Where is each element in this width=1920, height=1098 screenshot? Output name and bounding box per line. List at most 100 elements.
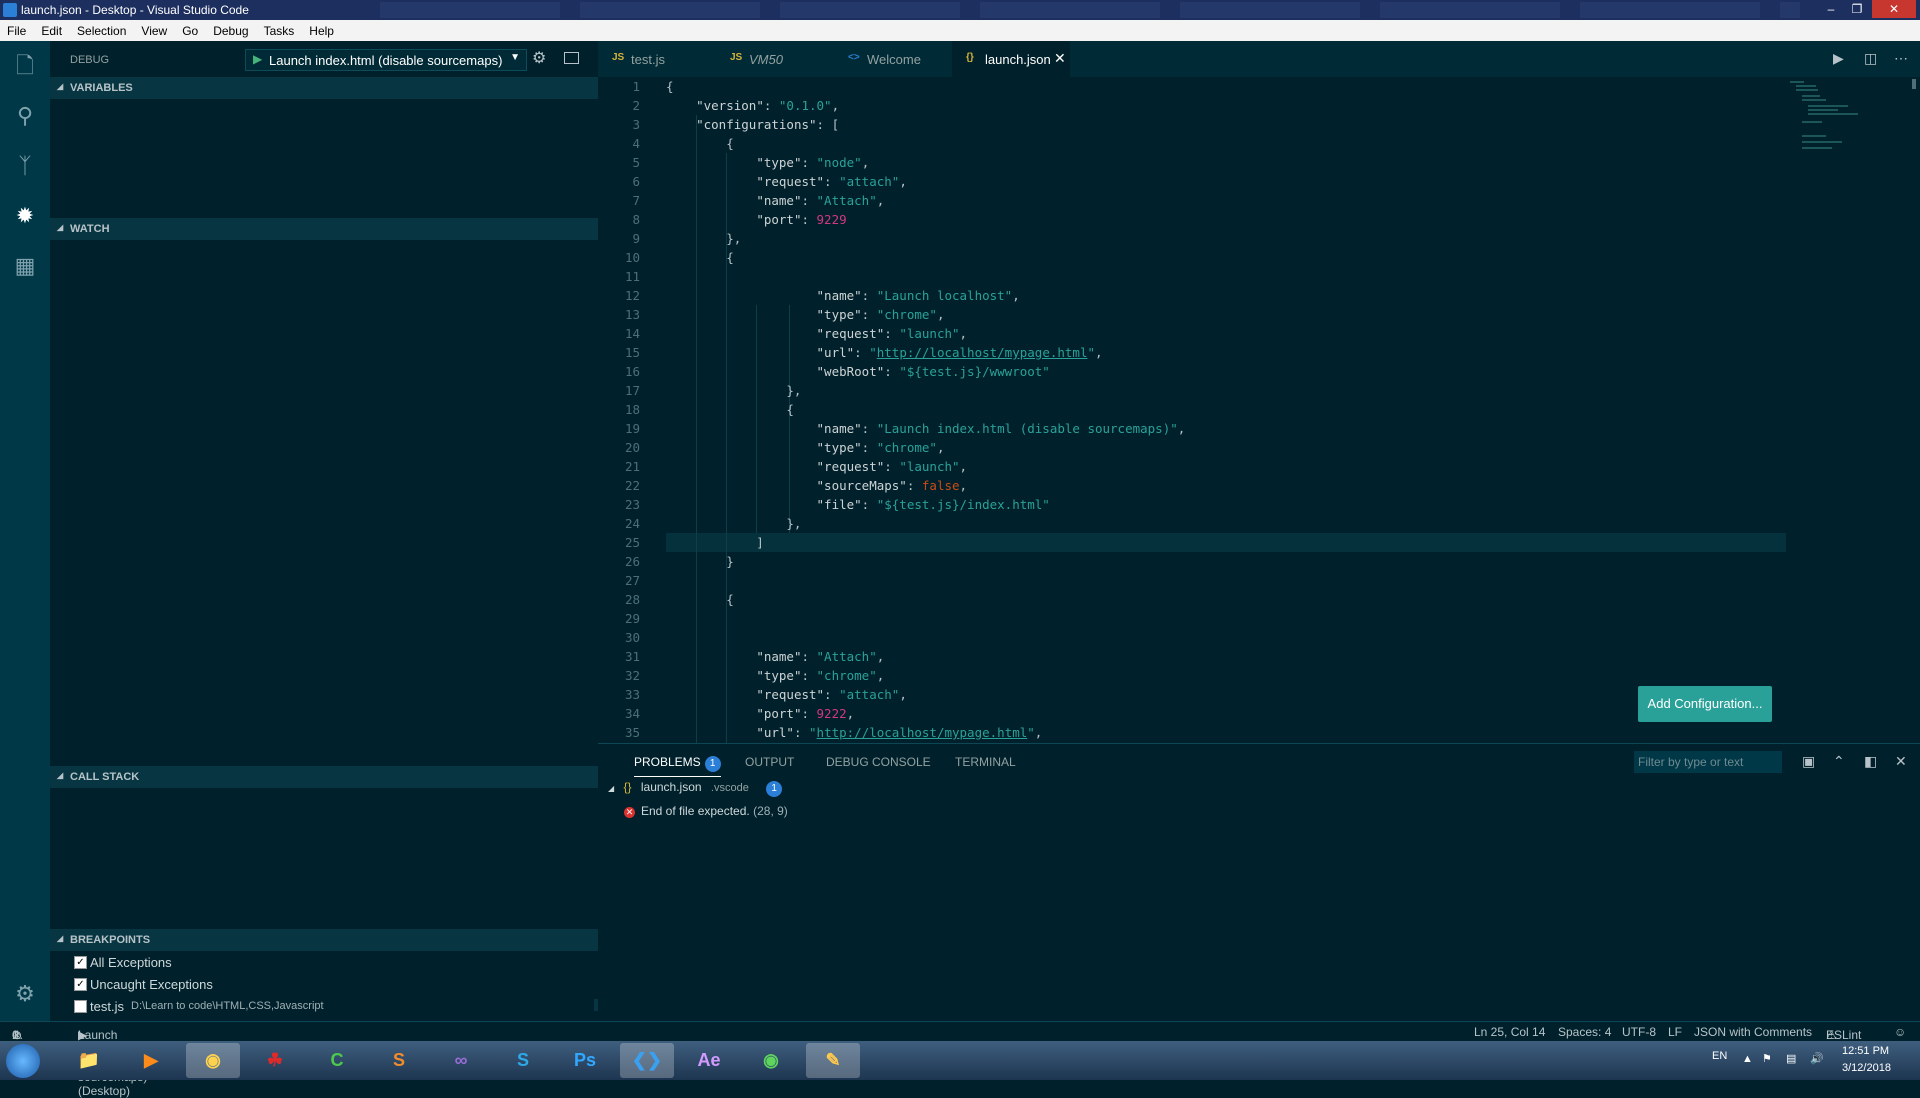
- tab-debug-console[interactable]: DEBUG CONSOLE: [826, 755, 931, 769]
- checkbox-checked[interactable]: ✓: [74, 978, 87, 991]
- line-number: 9: [632, 231, 640, 246]
- tab-launch-json[interactable]: {} launch.json ✕: [952, 41, 1070, 77]
- explorer-icon[interactable]: 🗋: [12, 53, 38, 79]
- clock-date[interactable]: 3/12/2018: [1842, 1062, 1891, 1074]
- watch-label: WATCH: [70, 223, 110, 235]
- breakpoint-label: Uncaught Exceptions: [90, 977, 213, 992]
- menu-help[interactable]: Help: [302, 20, 342, 38]
- encoding-status[interactable]: UTF-8: [1622, 1025, 1656, 1039]
- skype-icon[interactable]: S: [496, 1043, 550, 1078]
- network-icon[interactable]: ▤: [1786, 1052, 1796, 1065]
- visual-studio-icon[interactable]: ∞: [434, 1043, 488, 1078]
- tab-problems[interactable]: PROBLEMS 1: [634, 755, 721, 777]
- close-tab-icon[interactable]: ✕: [1054, 50, 1066, 67]
- breakpoint-label: All Exceptions: [90, 955, 172, 970]
- tab-terminal[interactable]: TERMINAL: [955, 755, 1016, 769]
- media-player-icon[interactable]: ▶: [124, 1043, 178, 1078]
- vscode-taskbar-icon[interactable]: ❮❯: [620, 1043, 674, 1078]
- problem-file-row[interactable]: ◢ {} launch.json .vscode 1: [608, 780, 783, 797]
- coreldraw-icon[interactable]: ◉: [744, 1043, 798, 1078]
- language-mode[interactable]: JSON with Comments: [1694, 1025, 1812, 1039]
- breakpoint-all-exceptions[interactable]: ✓ All Exceptions: [74, 953, 594, 973]
- menu-edit[interactable]: Edit: [34, 20, 70, 38]
- close-window-button[interactable]: ✕: [1872, 0, 1916, 18]
- code-line: "name": "Launch index.html (disable sour…: [816, 421, 1186, 436]
- tab-output[interactable]: OUTPUT: [745, 755, 794, 769]
- menu-debug[interactable]: Debug: [206, 20, 256, 38]
- breakpoint-uncaught-exceptions[interactable]: ✓ Uncaught Exceptions: [74, 975, 594, 995]
- scrollbar-thumb[interactable]: [1912, 79, 1916, 89]
- start-button[interactable]: [6, 1044, 40, 1078]
- collapse-all-icon[interactable]: ▣: [1802, 753, 1815, 770]
- launch-config-select[interactable]: ▶ Launch index.html (disable sourcemaps)…: [245, 49, 527, 71]
- debug-console-icon[interactable]: [564, 52, 579, 64]
- title-bar: launch.json - Desktop - Visual Studio Co…: [0, 0, 1920, 20]
- debug-icon[interactable]: ✹: [12, 203, 38, 229]
- tab-test-js[interactable]: JS test.js: [598, 41, 716, 77]
- code-editor[interactable]: 1 2 3 4 5 6 7 8 9 10 11 12 13 14 15 16 1…: [598, 77, 1920, 743]
- show-hidden-icons-icon[interactable]: ▲: [1742, 1053, 1753, 1065]
- problems-filter-input[interactable]: Filter by type or text: [1634, 751, 1782, 773]
- action-center-flag-icon[interactable]: ⚑: [1762, 1052, 1772, 1065]
- panel-position-icon[interactable]: ◧: [1864, 753, 1877, 770]
- volume-icon[interactable]: 🔊: [1810, 1052, 1824, 1065]
- menu-selection[interactable]: Selection: [70, 20, 134, 38]
- eol-status[interactable]: LF: [1668, 1025, 1682, 1039]
- source-control-icon[interactable]: ᛉ: [12, 153, 38, 179]
- line-number: 34: [624, 706, 640, 721]
- extensions-icon[interactable]: ▦: [12, 253, 38, 279]
- line-number: 24: [624, 516, 640, 531]
- restore-button[interactable]: ❐: [1844, 0, 1870, 18]
- problem-row[interactable]: ✕ End of file expected. (28, 9): [624, 804, 788, 818]
- code-line: {: [666, 592, 734, 607]
- close-panel-icon[interactable]: ✕: [1895, 753, 1907, 770]
- variables-section-header[interactable]: ◢ VARIABLES: [50, 77, 598, 99]
- minimize-button[interactable]: –: [1818, 0, 1844, 18]
- add-configuration-button[interactable]: Add Configuration...: [1638, 686, 1772, 722]
- checkbox-unchecked[interactable]: [74, 1000, 87, 1013]
- editor-tab-bar: JS test.js JS VM50 <> Welcome {} launch.…: [598, 41, 1920, 77]
- file-explorer-icon[interactable]: 📁: [62, 1043, 116, 1078]
- paint-icon[interactable]: ✎: [806, 1043, 860, 1078]
- tab-welcome[interactable]: <> Welcome: [834, 41, 952, 77]
- bottom-panel: PROBLEMS 1 OUTPUT DEBUG CONSOLE TERMINAL …: [598, 743, 1920, 1030]
- search-icon[interactable]: ⚲: [12, 103, 38, 129]
- code-content[interactable]: { "version": "0.1.0", "configurations": …: [666, 77, 1766, 742]
- checkbox-checked[interactable]: ✓: [74, 956, 87, 969]
- breakpoint-test-js[interactable]: test.js D:\Learn to code\HTML,CSS,Javasc…: [74, 997, 609, 1017]
- minimap[interactable]: [1788, 77, 1898, 167]
- line-number: 7: [632, 193, 640, 208]
- feedback-smiley-icon[interactable]: ☺: [1894, 1025, 1906, 1039]
- line-number: 33: [624, 687, 640, 702]
- call-stack-section-header[interactable]: ◢ CALL STACK: [50, 766, 598, 788]
- menu-view[interactable]: View: [134, 20, 175, 38]
- code-line: "name": "Attach",: [756, 193, 885, 208]
- camtasia-icon[interactable]: C: [310, 1043, 364, 1078]
- code-line: "configurations": [: [696, 117, 840, 132]
- game-app-icon[interactable]: ☘: [248, 1043, 302, 1078]
- after-effects-icon[interactable]: Ae: [682, 1043, 736, 1078]
- split-editor-icon[interactable]: ◫: [1864, 50, 1877, 67]
- start-debugging-icon[interactable]: ▶: [253, 52, 262, 66]
- code-line: "name": "Launch localhost",: [816, 288, 1020, 303]
- menu-go[interactable]: Go: [175, 20, 206, 38]
- menu-tasks[interactable]: Tasks: [257, 20, 303, 38]
- photoshop-icon[interactable]: Ps: [558, 1043, 612, 1078]
- sublime-text-icon[interactable]: S: [372, 1043, 426, 1078]
- line-number: 10: [624, 250, 640, 265]
- open-launch-json-gear-icon[interactable]: ⚙: [532, 48, 546, 68]
- cursor-position[interactable]: Ln 25, Col 14: [1474, 1025, 1545, 1039]
- watch-section-header[interactable]: ◢ WATCH: [50, 218, 598, 240]
- indentation-status[interactable]: Spaces: 4: [1558, 1025, 1611, 1039]
- line-number: 3: [632, 117, 640, 132]
- maximize-panel-icon[interactable]: ⌃: [1833, 753, 1845, 770]
- settings-gear-icon[interactable]: ⚙: [12, 981, 38, 1007]
- breakpoints-section-header[interactable]: ◢ BREAKPOINTS: [50, 929, 598, 951]
- clock-time[interactable]: 12:51 PM: [1842, 1045, 1889, 1057]
- run-icon[interactable]: ▶: [1833, 50, 1844, 67]
- more-actions-icon[interactable]: ⋯: [1894, 50, 1908, 67]
- menu-file[interactable]: File: [0, 20, 34, 38]
- tab-vm50[interactable]: JS VM50: [716, 41, 834, 77]
- chrome-icon[interactable]: ◉: [186, 1043, 240, 1078]
- input-language[interactable]: EN: [1712, 1050, 1727, 1062]
